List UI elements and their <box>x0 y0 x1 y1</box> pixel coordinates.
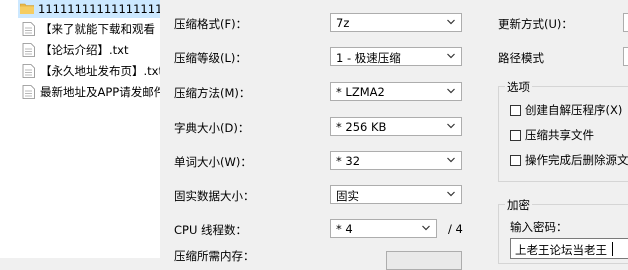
solid-block-size-select[interactable]: 固实 <box>330 185 462 204</box>
list-item-folder[interactable]: 1111111111111111111 <box>18 0 160 18</box>
delete-after-checkbox[interactable] <box>510 155 521 166</box>
list-item-file[interactable]: 最新地址及APP请发邮件 <box>20 83 161 101</box>
cpu-threads-max: / 4 <box>448 222 463 236</box>
encryption-group-title: 加密 <box>505 197 532 213</box>
solid-block-size-label: 固实数据大小： <box>174 189 255 203</box>
options-group-title: 选项 <box>505 79 532 95</box>
cpu-threads-select[interactable]: * 4 <box>330 219 437 238</box>
password-label: 输入密码： <box>510 220 568 234</box>
sfx-checkbox[interactable] <box>510 105 521 116</box>
dictionary-size-select[interactable]: * 256 KB <box>330 117 462 136</box>
compression-method-label: 压缩方法(M)： <box>174 86 251 100</box>
folder-icon <box>20 3 34 14</box>
compression-method-select[interactable]: * LZMA2 <box>330 82 462 101</box>
text-caret <box>612 242 613 256</box>
word-size-value: * 32 <box>336 154 361 168</box>
dictionary-size-value: * 256 KB <box>336 120 387 134</box>
memory-usage-field <box>386 251 462 270</box>
shared-files-checkbox-label[interactable]: 压缩共享文件 <box>525 127 594 143</box>
text-file-icon <box>22 43 35 57</box>
list-item-file[interactable]: 【永久地址发布页】.txt <box>20 62 161 80</box>
archive-format-label: 压缩格式(F)： <box>174 17 248 31</box>
chevron-down-icon <box>447 157 455 163</box>
sfx-checkbox-label[interactable]: 创建自解压程序(X) <box>525 102 622 118</box>
encryption-group: 加密 输入密码： 上老王论坛当老王 <box>498 197 628 264</box>
password-input[interactable]: 上老王论坛当老王 <box>510 238 628 259</box>
list-item-file[interactable]: 【论坛介绍】.txt <box>20 41 128 59</box>
chevron-down-icon <box>447 19 455 25</box>
file-name: 【来了就能下载和观看 <box>40 22 155 36</box>
solid-block-size-value: 固实 <box>336 189 359 203</box>
delete-after-checkbox-label[interactable]: 操作完成后删除源文件 <box>525 152 628 168</box>
chevron-down-icon <box>447 123 455 129</box>
chevron-down-icon <box>447 191 455 197</box>
memory-usage-label: 压缩所需内存： <box>174 249 255 263</box>
cpu-threads-value: * 4 <box>336 222 353 236</box>
path-mode-select[interactable] <box>623 47 628 66</box>
compression-level-select[interactable]: 1 - 极速压缩 <box>330 47 462 66</box>
path-mode-label: 路径模式 <box>498 51 544 65</box>
chevron-down-icon <box>447 53 455 59</box>
compression-method-value: * LZMA2 <box>336 85 385 99</box>
list-item-file[interactable]: 【来了就能下载和观看 <box>20 20 155 38</box>
cpu-threads-label: CPU 线程数： <box>174 223 248 237</box>
archive-format-value: 7z <box>336 16 350 30</box>
dictionary-size-label: 字典大小(D)： <box>174 121 250 135</box>
file-list[interactable]: 1111111111111111111 【来了就能下载和观看 【论坛介绍】.tx… <box>0 0 161 258</box>
archive-settings-dialog: 压缩格式(F)： 7z 压缩等级(L)： 1 - 极速压缩 压缩方法(M)： *… <box>160 0 628 270</box>
compression-level-label: 压缩等级(L)： <box>174 51 247 65</box>
file-name: 【永久地址发布页】.txt <box>40 64 161 78</box>
compression-level-value: 1 - 极速压缩 <box>336 51 401 65</box>
word-size-select[interactable]: * 32 <box>330 151 462 170</box>
update-mode-select[interactable] <box>623 13 628 32</box>
chevron-down-icon <box>422 225 430 231</box>
archive-format-select[interactable]: 7z <box>330 13 462 32</box>
text-file-icon <box>22 85 35 99</box>
file-name: 最新地址及APP请发邮件 <box>40 85 161 99</box>
text-file-icon <box>22 22 35 36</box>
shared-files-checkbox[interactable] <box>510 130 521 141</box>
chevron-down-icon <box>447 88 455 94</box>
text-file-icon <box>22 64 35 78</box>
file-name: 1111111111111111111 <box>38 2 160 16</box>
word-size-label: 单词大小(W)： <box>174 155 252 169</box>
password-value: 上老王论坛当老王 <box>515 243 607 257</box>
options-group: 选项 创建自解压程序(X) 压缩共享文件 操作完成后删除源文件 <box>498 79 628 182</box>
file-name: 【论坛介绍】.txt <box>40 43 129 57</box>
update-mode-label: 更新方式(U)： <box>498 17 573 31</box>
